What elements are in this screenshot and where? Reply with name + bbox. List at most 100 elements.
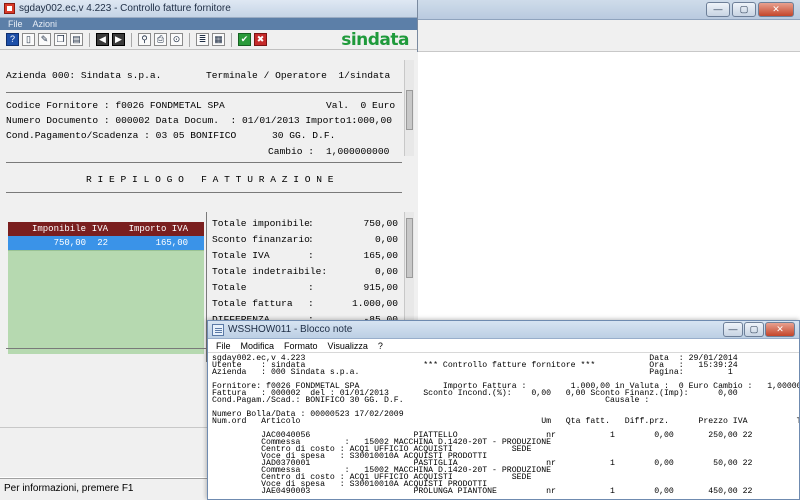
app-menubar: File Azioni: [0, 18, 417, 30]
totals-row: Sconto finanzario: 0,00: [212, 234, 398, 248]
app-toolbar: ? ▯ ✎ ❐ ▤ ◀ ▶ ⚲ ⎙ ⊙ ≣ ▦ ✔ ✖ sindata: [0, 30, 417, 50]
upper-scrollbar[interactable]: [404, 60, 414, 156]
totals-colon: :: [308, 218, 314, 229]
totals-label: Totale IVA: [212, 250, 270, 261]
totals-label: Totale indetraibile:: [212, 266, 328, 277]
totals-value: 750,00: [363, 218, 398, 229]
totals-row: Totale fattura: 1.000,00: [212, 298, 398, 312]
minimize-icon[interactable]: —: [706, 2, 730, 17]
menu-azioni[interactable]: Azioni: [33, 19, 58, 29]
notepad-menubar: File Modifica Formato Visualizza ?: [208, 339, 799, 353]
toolbar-separator: [231, 32, 232, 47]
totals-row: Totale: 915,00: [212, 282, 398, 296]
background-menubar: [418, 20, 800, 30]
cambio-label: Cambio :: [268, 146, 315, 157]
background-lower-panel: [0, 427, 208, 477]
menu-formato[interactable]: Formato: [284, 341, 318, 351]
totals-value: 915,00: [363, 282, 398, 293]
toolbar-separator: [131, 32, 132, 47]
background-toolbar: sindata: [418, 30, 800, 74]
totals-value: 1.000,00: [351, 298, 398, 309]
iva-summary-table: Imponibile IVA Importo IVA 750,00 22 165…: [8, 222, 204, 354]
header-importo-iva: Importo IVA: [128, 224, 188, 234]
cambio-value[interactable]: 1,000000000: [326, 146, 389, 157]
totals-colon: :: [308, 250, 314, 261]
help-icon[interactable]: ?: [6, 33, 19, 46]
menu-help[interactable]: ?: [378, 341, 383, 351]
totals-label: Sconto finanzario: [212, 234, 310, 245]
pagamento-term: 30 GG. D.F.: [272, 130, 336, 141]
menu-file[interactable]: File: [8, 19, 23, 29]
scrollbar-thumb[interactable]: [406, 90, 413, 130]
totals-value: 0,00: [374, 266, 398, 277]
maximize-icon[interactable]: ▢: [732, 2, 756, 17]
table-row[interactable]: 750,00 22 165,00: [8, 236, 204, 250]
app-titlebar[interactable]: sgday002.ec,v 4.223 - Controllo fatture …: [0, 0, 417, 18]
totals-value: 0,00: [374, 234, 398, 245]
search-icon[interactable]: ⚲: [138, 33, 151, 46]
menu-file[interactable]: File: [216, 341, 231, 351]
notepad-window: WSSHOW011 - Blocco note — ▢ ✕ File Modif…: [207, 320, 800, 500]
totals-colon: :: [308, 298, 314, 309]
close-icon[interactable]: ✕: [758, 2, 794, 17]
pagamento-field[interactable]: Cond.Pagamento/Scadenza : 03 05 BONIFICO: [6, 130, 236, 141]
terminale-label: Terminale / Operatore 1/sindata: [206, 70, 391, 81]
header-imponibile: Imponibile: [31, 224, 86, 234]
notepad-line: JAE0490003 PROLUNGA PIANTONE nr 1 0,00 4…: [212, 487, 799, 496]
cell-importo-iva: 165,00: [155, 238, 188, 248]
totals-label: Totale imponibile: [212, 218, 310, 229]
next-icon[interactable]: ▶: [112, 33, 125, 46]
minimize-icon[interactable]: —: [723, 322, 743, 337]
notepad-icon: [212, 323, 224, 336]
separator-line: [6, 192, 402, 193]
valuta-field[interactable]: Val. 0 Euro: [326, 100, 395, 111]
separator-line: [6, 162, 402, 163]
table-header: Imponibile IVA Importo IVA: [8, 222, 204, 236]
toolbar-separator: [89, 32, 90, 47]
totals-row: Totale IVA: 165,00: [212, 250, 398, 264]
notepad-title: WSSHOW011 - Blocco note: [228, 324, 353, 335]
app-icon: [4, 3, 15, 14]
table-empty-area: [8, 250, 204, 354]
confirm-icon[interactable]: ✔: [238, 33, 251, 46]
background-titlebar[interactable]: — ▢ ✕: [418, 0, 800, 20]
sindata-logo: sindata: [341, 30, 409, 50]
cell-iva: 22: [97, 238, 108, 248]
importo-value[interactable]: 1.000,00: [346, 115, 392, 126]
maximize-icon[interactable]: ▢: [744, 322, 764, 337]
header-iva: IVA: [91, 224, 108, 234]
totals-colon: :: [308, 234, 314, 245]
notepad-text-area[interactable]: sgday002.ec,v 4.223 Data : 29/01/2014 Ut…: [208, 354, 799, 499]
notepad-line: Azienda : 000 Sindata s.p.a. Pagina: 1: [212, 368, 733, 377]
preview-icon[interactable]: ⊙: [170, 33, 183, 46]
new-document-icon[interactable]: ▯: [22, 33, 35, 46]
print-icon[interactable]: ⎙: [154, 33, 167, 46]
menu-visualizza[interactable]: Visualizza: [328, 341, 368, 351]
notepad-window-controls: — ▢ ✕: [723, 322, 795, 337]
close-icon[interactable]: ✕: [765, 322, 795, 337]
totals-value: 165,00: [363, 250, 398, 261]
separator-line: [6, 92, 402, 93]
list-icon[interactable]: ≣: [196, 33, 209, 46]
fornitore-field[interactable]: Codice Fornitore : f0026 FONDMETAL SPA: [6, 100, 225, 111]
toolbar-separator: [189, 32, 190, 47]
riepilogo-title: R I E P I L O G O F A T T U R A Z I O N …: [86, 174, 334, 185]
notepad-titlebar[interactable]: WSSHOW011 - Blocco note — ▢ ✕: [208, 321, 799, 339]
paste-icon[interactable]: ▤: [70, 33, 83, 46]
copy-icon[interactable]: ❐: [54, 33, 67, 46]
totals-label: Totale: [212, 282, 247, 293]
numero-documento-field[interactable]: Numero Documento : 000002 Data Docum. : …: [6, 115, 357, 126]
totals-row: Totale indetraibile: 0,00: [212, 266, 398, 280]
notepad-line: Num.ord Articolo Um Qta fatt. Diff.prz. …: [212, 417, 799, 426]
edit-icon[interactable]: ✎: [38, 33, 51, 46]
notepad-line: Cond.Pagam./Scad.: BONIFICO 30 GG. D.F. …: [212, 396, 650, 405]
report-icon[interactable]: ▦: [212, 33, 225, 46]
menu-modifica[interactable]: Modifica: [241, 341, 275, 351]
cell-imponibile: 750,00: [53, 238, 86, 248]
totals-colon: :: [308, 282, 314, 293]
background-window-controls: — ▢ ✕: [706, 2, 794, 17]
scrollbar-thumb[interactable]: [406, 218, 413, 278]
previous-icon[interactable]: ◀: [96, 33, 109, 46]
cancel-icon[interactable]: ✖: [254, 33, 267, 46]
totals-label: Totale fattura: [212, 298, 293, 309]
